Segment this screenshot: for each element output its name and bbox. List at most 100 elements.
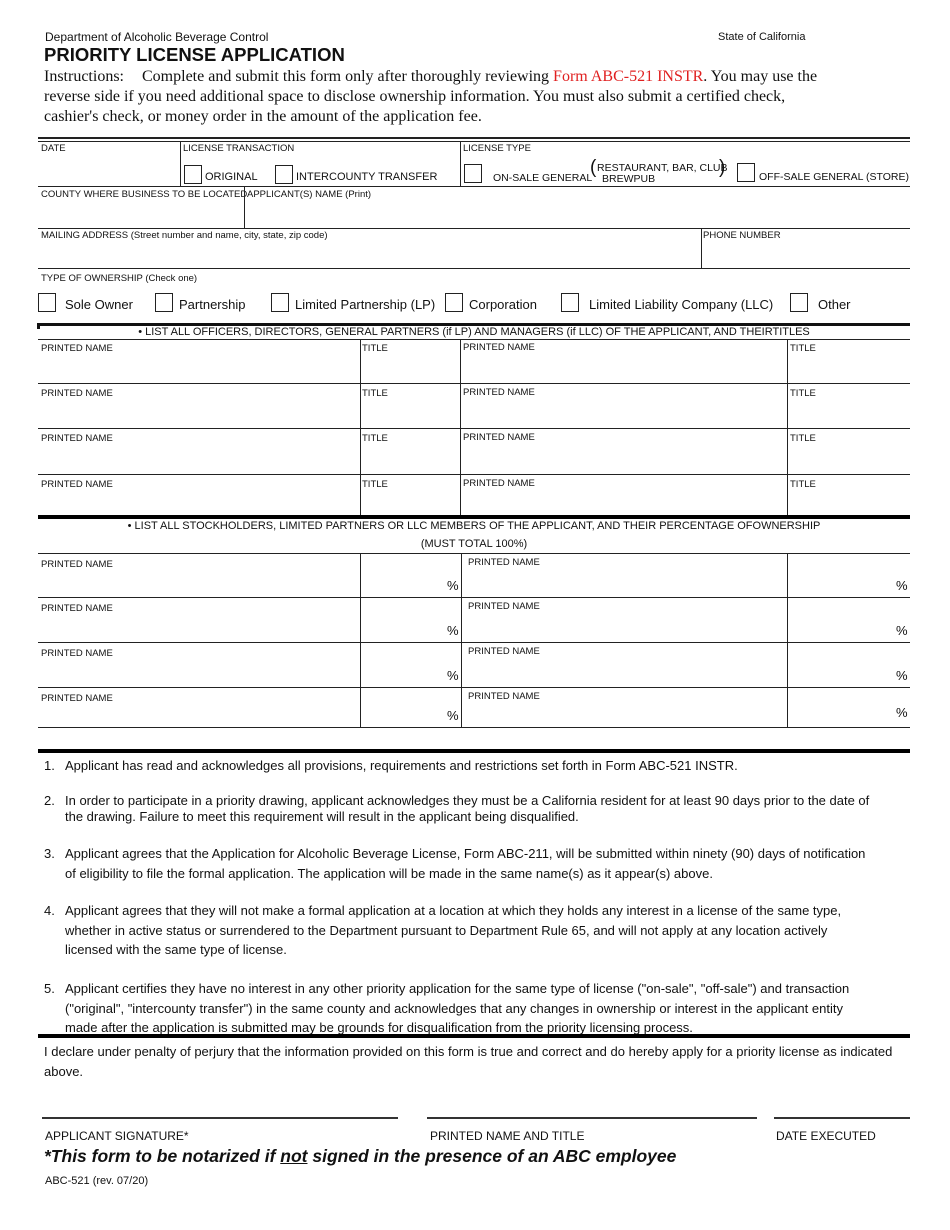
sole-owner-checkbox[interactable] <box>38 293 56 312</box>
officer-name-field[interactable] <box>40 444 356 472</box>
column-divider <box>360 340 361 515</box>
officer-name-field[interactable] <box>463 490 783 513</box>
stockholder-name-field[interactable] <box>466 704 784 725</box>
column-divider <box>787 554 788 727</box>
percent-symbol: % <box>447 578 459 593</box>
original-checkbox[interactable] <box>184 165 202 184</box>
statement-number: 2. <box>44 793 55 808</box>
officer-title-field[interactable] <box>790 399 908 426</box>
off-sale-general-label: OFF-SALE GENERAL (STORE) <box>759 171 909 183</box>
partnership-checkbox[interactable] <box>155 293 173 312</box>
officer-title-field[interactable] <box>362 444 457 472</box>
stockholder-percent-field[interactable] <box>790 645 890 685</box>
percent-symbol: % <box>447 708 459 723</box>
intercounty-transfer-label: INTERCOUNTY TRANSFER <box>296 171 438 183</box>
stockholder-percent-field[interactable] <box>362 690 442 725</box>
stockholder-name-label: PRINTED NAME <box>41 648 113 659</box>
column-divider <box>461 554 462 727</box>
llc-checkbox[interactable] <box>561 293 579 312</box>
date-field[interactable] <box>40 155 178 185</box>
stockholder-name-field[interactable] <box>40 614 356 640</box>
percent-symbol: % <box>896 578 908 593</box>
other-checkbox[interactable] <box>790 293 808 312</box>
applicant-name-field[interactable] <box>247 201 907 227</box>
ownership-label: TYPE OF OWNERSHIP (Check one) <box>41 273 198 284</box>
officer-name-label: PRINTED NAME <box>463 432 535 443</box>
officer-title-field[interactable] <box>362 399 457 426</box>
paren-open: ( <box>590 157 597 178</box>
declaration-top-border <box>38 1034 910 1038</box>
phone-number-field[interactable] <box>703 242 908 266</box>
officer-title-field[interactable] <box>362 354 457 381</box>
printed-name-title-label: PRINTED NAME AND TITLE <box>430 1129 585 1143</box>
corporation-checkbox[interactable] <box>445 293 463 312</box>
officer-title-field[interactable] <box>362 490 457 513</box>
intercounty-transfer-checkbox[interactable] <box>275 165 293 184</box>
percent-symbol: % <box>896 668 908 683</box>
row-divider <box>38 474 910 475</box>
officer-name-field[interactable] <box>40 354 356 381</box>
stockholder-percent-field[interactable] <box>790 556 890 595</box>
county-field[interactable] <box>40 201 240 227</box>
stockholder-name-field[interactable] <box>466 659 784 685</box>
stockholder-name-field[interactable] <box>40 659 356 685</box>
percent-symbol: % <box>896 705 908 720</box>
officer-name-label: PRINTED NAME <box>41 388 113 399</box>
row-divider <box>38 727 910 728</box>
limited-partnership-checkbox[interactable] <box>271 293 289 312</box>
stockholder-percent-field[interactable] <box>362 600 442 640</box>
stockholder-name-field[interactable] <box>40 704 356 725</box>
instructions: Instructions: Complete and submit this f… <box>44 67 924 127</box>
officer-name-label: PRINTED NAME <box>463 478 535 489</box>
officer-name-field[interactable] <box>40 490 356 513</box>
officer-title-field[interactable] <box>790 354 908 381</box>
officer-title-label: TITLE <box>790 343 816 354</box>
officer-title-label: TITLE <box>362 343 388 354</box>
officer-title-field[interactable] <box>790 444 908 472</box>
officer-title-label: TITLE <box>362 433 388 444</box>
license-type-label: LICENSE TYPE <box>463 143 531 154</box>
off-sale-general-checkbox[interactable] <box>737 163 755 182</box>
on-sale-general-checkbox[interactable] <box>464 164 482 183</box>
stockholder-name-label: PRINTED NAME <box>41 559 113 570</box>
stockholder-percent-field[interactable] <box>362 556 442 595</box>
row-divider <box>38 642 910 643</box>
column-divider <box>787 340 788 515</box>
on-sale-note-2: BREWPUB <box>602 173 656 185</box>
stockholder-percent-field[interactable] <box>362 645 442 685</box>
officer-name-field[interactable] <box>40 399 356 426</box>
stockholder-name-field[interactable] <box>466 614 784 640</box>
officer-name-field[interactable] <box>463 399 783 426</box>
instructions-form-link[interactable]: Form ABC-521 INSTR <box>553 68 703 85</box>
percent-symbol: % <box>447 668 459 683</box>
statement-text: Applicant agrees that the Application fo… <box>65 846 866 881</box>
department-name: Department of Alcoholic Beverage Control <box>45 30 269 44</box>
stockholder-name-label: PRINTED NAME <box>468 557 540 568</box>
mailing-address-field[interactable] <box>40 242 695 266</box>
officer-name-field[interactable] <box>463 354 783 381</box>
applicant-signature-line[interactable] <box>42 1117 398 1119</box>
instructions-text-tail: . You may use the <box>703 68 818 85</box>
stockholder-percent-field[interactable] <box>790 690 890 725</box>
notary-text: *This form to be notarized if <box>44 1146 281 1166</box>
row-divider <box>38 268 910 269</box>
on-sale-general-label: ON-SALE GENERAL <box>493 172 593 184</box>
stockholders-heading-note: (MUST TOTAL 100%) <box>420 538 528 550</box>
officer-name-label: PRINTED NAME <box>41 479 113 490</box>
other-label: Other <box>818 297 851 312</box>
statements-top-border <box>38 749 910 753</box>
stockholder-percent-field[interactable] <box>790 600 890 640</box>
statement-3: 3. Applicant agrees that the Application… <box>44 844 874 883</box>
county-label: COUNTY WHERE BUSINESS TO BE LOCATED <box>41 189 248 200</box>
officer-title-label: TITLE <box>362 479 388 490</box>
printed-name-title-line[interactable] <box>427 1117 757 1119</box>
officer-name-field[interactable] <box>463 444 783 472</box>
stockholder-name-field[interactable] <box>40 570 356 595</box>
officer-title-field[interactable] <box>790 490 908 513</box>
officers-heading: • LIST ALL OFFICERS, DIRECTORS, GENERAL … <box>138 326 810 338</box>
officer-name-label: PRINTED NAME <box>463 342 535 353</box>
stockholder-name-field[interactable] <box>466 570 784 595</box>
date-executed-line[interactable] <box>774 1117 910 1119</box>
paren-close: ) <box>719 157 726 178</box>
statement-number: 1. <box>44 758 55 773</box>
